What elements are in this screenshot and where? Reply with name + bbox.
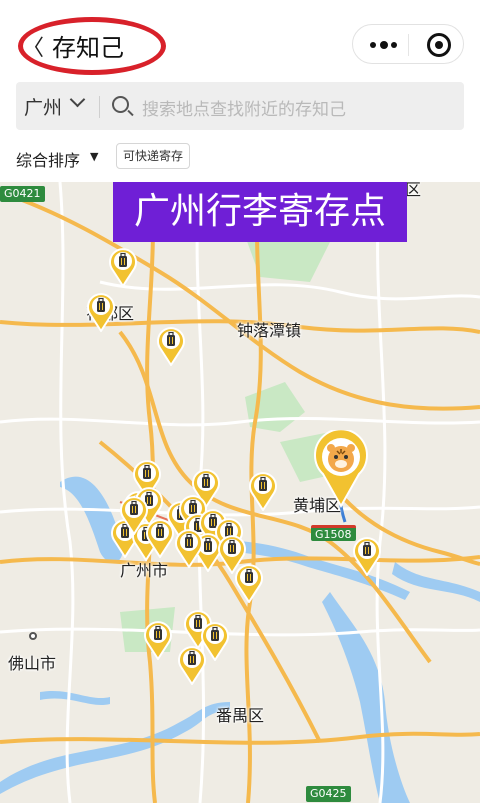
more-dots-icon[interactable] bbox=[370, 41, 397, 49]
road-shield-g0421: G0421 bbox=[0, 186, 45, 202]
road-shield-g1508: G1508 bbox=[311, 525, 356, 541]
luggage-icon[interactable] bbox=[352, 536, 382, 576]
search-input[interactable]: 搜索地点查找附近的存知己 bbox=[142, 95, 346, 120]
sort-dropdown[interactable]: 综合排序 bbox=[16, 147, 80, 171]
map-label-foshan: 佛山市 bbox=[8, 654, 57, 673]
city-selector[interactable]: 广州 bbox=[24, 93, 62, 120]
express-storage-filter-tag[interactable]: 可快递寄存 bbox=[116, 143, 191, 169]
luggage-icon[interactable] bbox=[143, 620, 173, 660]
banner-title: 广州行李寄存点 bbox=[113, 182, 407, 242]
header: 〈 存知己 广州 搜索地点查找附近的存知己 综合排序 ▼ 可快递寄存 bbox=[0, 0, 480, 182]
page-title: 存知己 bbox=[52, 34, 124, 62]
record-target-icon[interactable] bbox=[427, 33, 451, 57]
search-icon bbox=[112, 96, 129, 113]
city-point-icon bbox=[29, 632, 37, 640]
search-bar: 广州 搜索地点查找附近的存知己 bbox=[16, 82, 464, 130]
miniprogram-capsule bbox=[352, 24, 464, 64]
luggage-icon[interactable] bbox=[174, 528, 204, 568]
luggage-icon[interactable] bbox=[86, 292, 116, 332]
chevron-down-icon[interactable] bbox=[69, 91, 86, 108]
luggage-icon[interactable] bbox=[177, 645, 207, 685]
luggage-icon[interactable] bbox=[145, 518, 175, 558]
sort-arrow-icon[interactable]: ▼ bbox=[90, 150, 98, 163]
capsule-divider bbox=[408, 34, 409, 56]
luggage-icon[interactable] bbox=[156, 326, 186, 366]
search-divider bbox=[99, 96, 100, 118]
luggage-icon[interactable] bbox=[234, 563, 264, 603]
map-label-panyu: 番禺区 bbox=[216, 706, 265, 725]
luggage-icon[interactable] bbox=[248, 471, 278, 511]
road-shield-g0425: G0425 bbox=[306, 786, 351, 802]
map-label-zhongluotan: 钟落潭镇 bbox=[237, 321, 302, 340]
tiger-avatar-pin-icon[interactable] bbox=[313, 428, 369, 509]
luggage-icon[interactable] bbox=[119, 495, 149, 535]
luggage-icon[interactable] bbox=[108, 247, 138, 287]
